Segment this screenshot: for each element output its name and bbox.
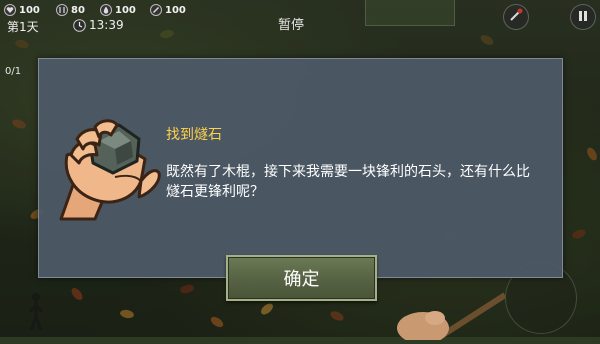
craft-button[interactable] (503, 4, 529, 30)
thirst-value: 100 (115, 4, 136, 16)
hand-holding-flint-icon (55, 115, 163, 223)
game-clock: 13:39 (73, 18, 124, 32)
hud-energy: 100 (150, 3, 186, 17)
health-icon (4, 4, 16, 16)
top-status-bar (365, 0, 455, 26)
confirm-button[interactable]: 确定 (226, 255, 377, 301)
inventory-count: 0/1 (5, 66, 22, 77)
hunger-value: 80 (71, 4, 85, 16)
player-hand-with-stick (395, 290, 507, 344)
thirst-icon (100, 4, 112, 16)
day-counter: 第1天 (7, 20, 39, 34)
clock-icon (73, 18, 86, 32)
energy-icon (150, 4, 162, 16)
craft-icon (508, 7, 524, 27)
pause-button[interactable]: 暂停 (278, 14, 304, 33)
energy-value: 100 (165, 4, 186, 16)
hunger-icon (56, 4, 68, 16)
hud-hunger: 80 (56, 3, 85, 17)
menu-pause-button[interactable] (570, 4, 596, 30)
dialog-message: 既然有了木棍，接下来我需要一块锋利的石头，还有什么比燧石更锋利呢？ (166, 164, 530, 200)
hud-health: 100 (4, 3, 40, 17)
clock-time: 13:39 (89, 18, 124, 32)
health-value: 100 (19, 4, 40, 16)
pause-icon (576, 8, 590, 27)
dialog-title: 找到燧石 (166, 127, 222, 143)
hud-thirst: 100 (100, 3, 136, 17)
stance-icon[interactable] (26, 292, 46, 332)
